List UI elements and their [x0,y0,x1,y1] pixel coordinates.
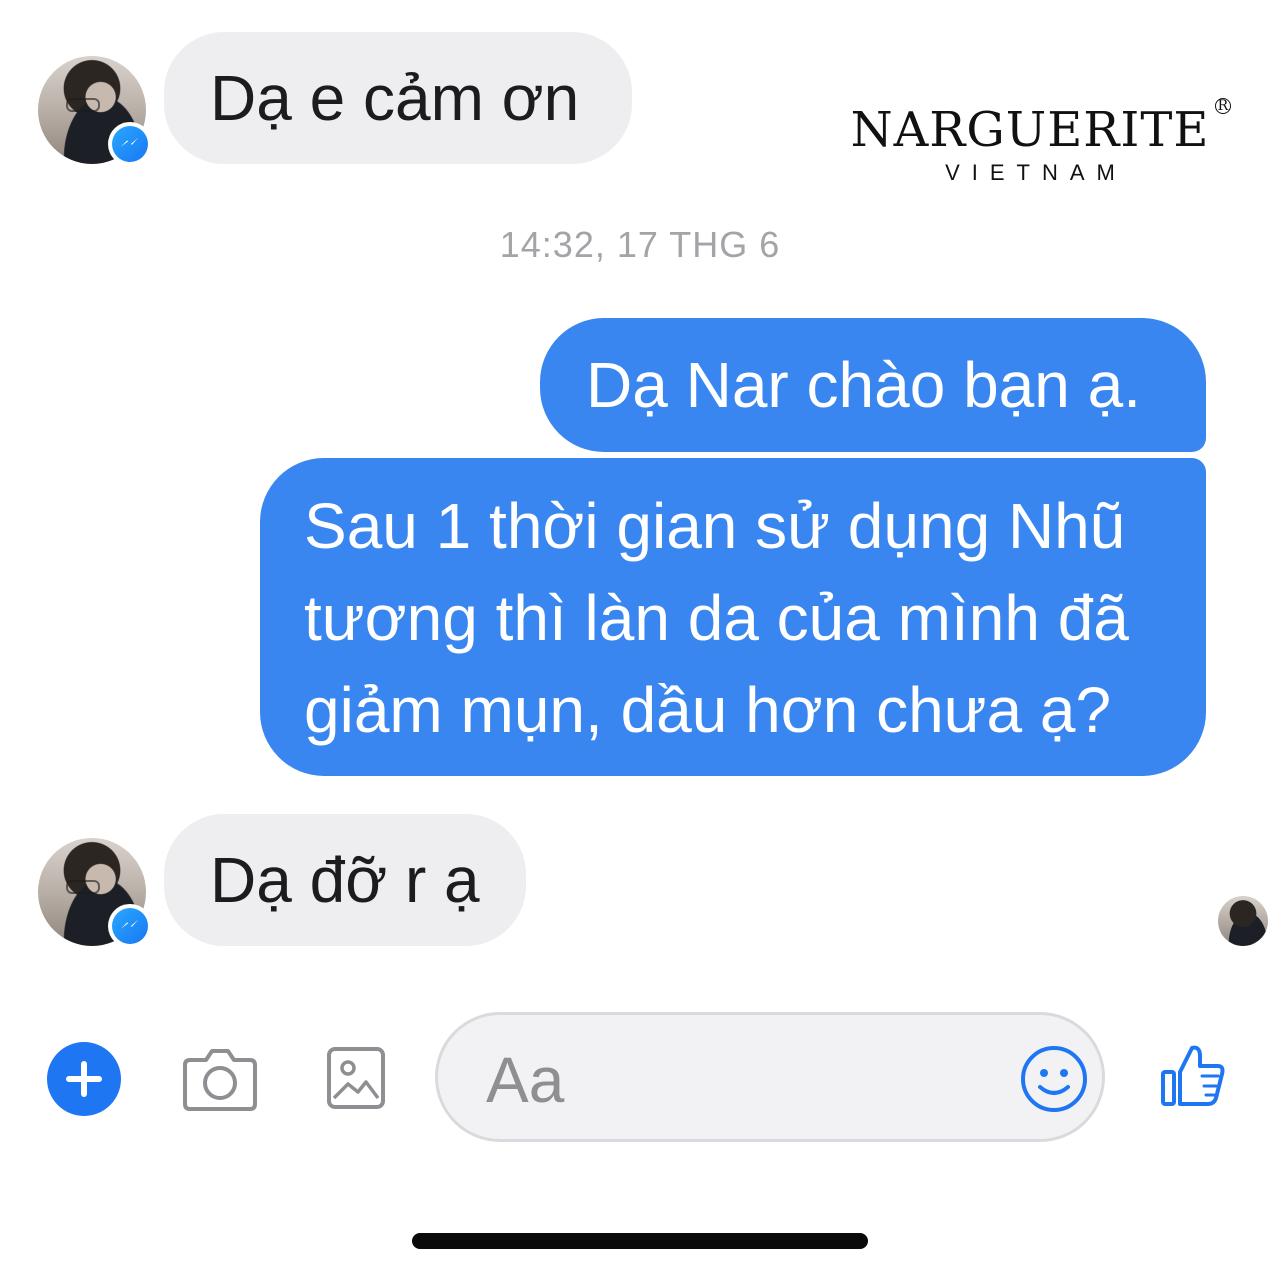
message-bubble-outgoing[interactable]: Dạ Nar chào bạn ạ. [540,318,1206,452]
contact-avatar[interactable] [38,56,152,166]
message-line: Sau 1 thời gian sử dụng Nhũ [304,490,1126,562]
brand-name: NARGUERITE [850,102,1210,158]
message-bubble-incoming[interactable]: Dạ e cảm ơn [164,32,632,164]
plus-icon[interactable] [46,1041,122,1122]
messenger-badge-icon [108,904,152,948]
brand-logo: NARGUERITE R VIETNAM [850,98,1232,186]
messenger-badge-icon [108,122,152,166]
seen-avatar [1218,896,1268,946]
message-line: giảm mụn, dầu hơn chưa ạ? [304,674,1112,746]
camera-icon[interactable] [182,1046,258,1117]
message-timestamp: 14:32, 17 THG 6 [499,224,781,265]
contact-avatar[interactable] [38,838,152,948]
message-text: Dạ Nar chào bạn ạ. [586,349,1141,421]
emoji-icon[interactable] [1020,1045,1088,1118]
home-indicator [412,1233,868,1249]
message-text: Dạ đỡ r ạ [210,844,480,916]
registered-mark: R [1215,98,1232,114]
message-input[interactable]: Aa [435,1012,1105,1142]
message-bubble-incoming[interactable]: Dạ đỡ r ạ [164,814,526,946]
message-input-placeholder: Aa [486,1044,565,1116]
brand-subtitle: VIETNAM [945,160,1127,185]
message-bubble-outgoing[interactable]: Sau 1 thời gian sử dụng Nhũ tương thì là… [260,458,1206,776]
image-icon[interactable] [326,1046,386,1115]
thumbs-up-icon[interactable] [1160,1042,1226,1113]
message-line: tương thì làn da của mình đã [304,582,1129,654]
message-text: Dạ e cảm ơn [210,62,580,134]
